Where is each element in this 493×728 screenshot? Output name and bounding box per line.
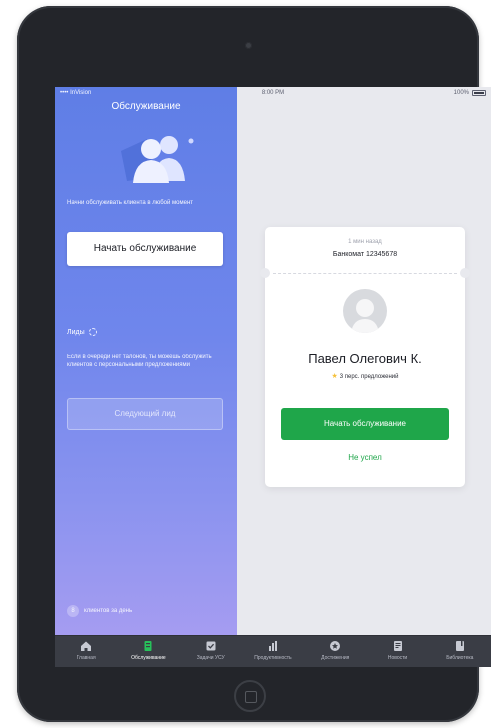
clients-per-day: 8 клиентов за день: [67, 605, 132, 617]
library-icon: [455, 641, 464, 651]
home-button[interactable]: [234, 680, 266, 712]
loading-spinner-icon: [88, 328, 97, 336]
tab-label: Библиотека: [446, 655, 474, 661]
status-bar: •••• InVision 8:00 PM 100%: [55, 87, 491, 99]
tasks-icon: [206, 641, 216, 651]
ticket-atm: Банкомат 12345678: [332, 251, 398, 258]
tab-achievements[interactable]: Достижения: [304, 636, 366, 667]
home-icon: [81, 641, 92, 651]
tab-label: Продуктивность: [254, 655, 292, 661]
ticket-divider: [273, 273, 457, 274]
tab-label: Обслуживание: [131, 655, 166, 661]
tab-tasks[interactable]: Задачи УСУ: [180, 636, 242, 667]
leads-description: Если в очереди нет талонов, ты можешь об…: [67, 354, 212, 368]
leads-header: Лиды: [67, 328, 97, 336]
user-placeholder-icon: [351, 299, 379, 333]
start-service-button[interactable]: Начать обслуживание: [67, 232, 223, 266]
queue-icon: [144, 641, 152, 651]
offers-info: ★ 3 перс. предложений: [265, 372, 465, 380]
panel-title: Обслуживание: [111, 101, 181, 112]
chart-icon: [268, 641, 277, 651]
tab-label: Новости: [387, 655, 408, 661]
battery-icon: [472, 90, 486, 96]
client-ticket-card: 1 мин назад Банкомат 12345678 Павел Олег…: [260, 227, 470, 487]
star-icon: ★: [331, 373, 338, 380]
tab-label: Достижения: [321, 655, 350, 661]
ticket-notch-left: [260, 268, 270, 278]
tab-label: Задачи УСУ: [196, 655, 225, 661]
leads-label: Лиды: [67, 328, 85, 336]
screen: •••• InVision 8:00 PM 100% Обслуживание …: [55, 87, 491, 667]
award-icon: [330, 641, 341, 651]
people-illustration-icon: [121, 136, 194, 183]
start-client-service-button[interactable]: Начать обслуживание: [281, 408, 449, 440]
ticket-time: 1 мин назад: [348, 239, 382, 245]
tab-library[interactable]: Библиотека: [429, 636, 491, 667]
tab-bar: Главная Обслуживание Задачи УСУ Продукти…: [55, 635, 491, 667]
ticket-notch-right: [460, 268, 470, 278]
next-lead-button[interactable]: Следующий лид: [67, 398, 223, 430]
panel-description: Начни обслуживать клиента в любой момент: [67, 200, 194, 206]
offers-label: 3 перс. предложений: [339, 374, 399, 380]
tab-service[interactable]: Обслуживание: [117, 636, 179, 667]
avatar: [343, 289, 387, 333]
tab-productivity[interactable]: Продуктивность: [242, 636, 304, 667]
clock: 8:00 PM: [261, 90, 285, 96]
service-panel: Обслуживание Начни обслуживать клиента в…: [55, 87, 237, 635]
clients-label: клиентов за день: [84, 608, 133, 614]
tablet-device: •••• InVision 8:00 PM 100% Обслуживание …: [17, 6, 491, 722]
tab-label: Главная: [76, 655, 96, 661]
camera-icon: [245, 42, 252, 49]
battery-percent: 100%: [453, 90, 469, 96]
news-icon: [393, 641, 402, 651]
missed-client-link[interactable]: Не успел: [265, 453, 465, 462]
tab-home[interactable]: Главная: [55, 636, 117, 667]
client-name: Павел Олегович К.: [308, 351, 422, 366]
clients-count-badge: 8: [67, 605, 79, 617]
tab-news[interactable]: Новости: [366, 636, 428, 667]
